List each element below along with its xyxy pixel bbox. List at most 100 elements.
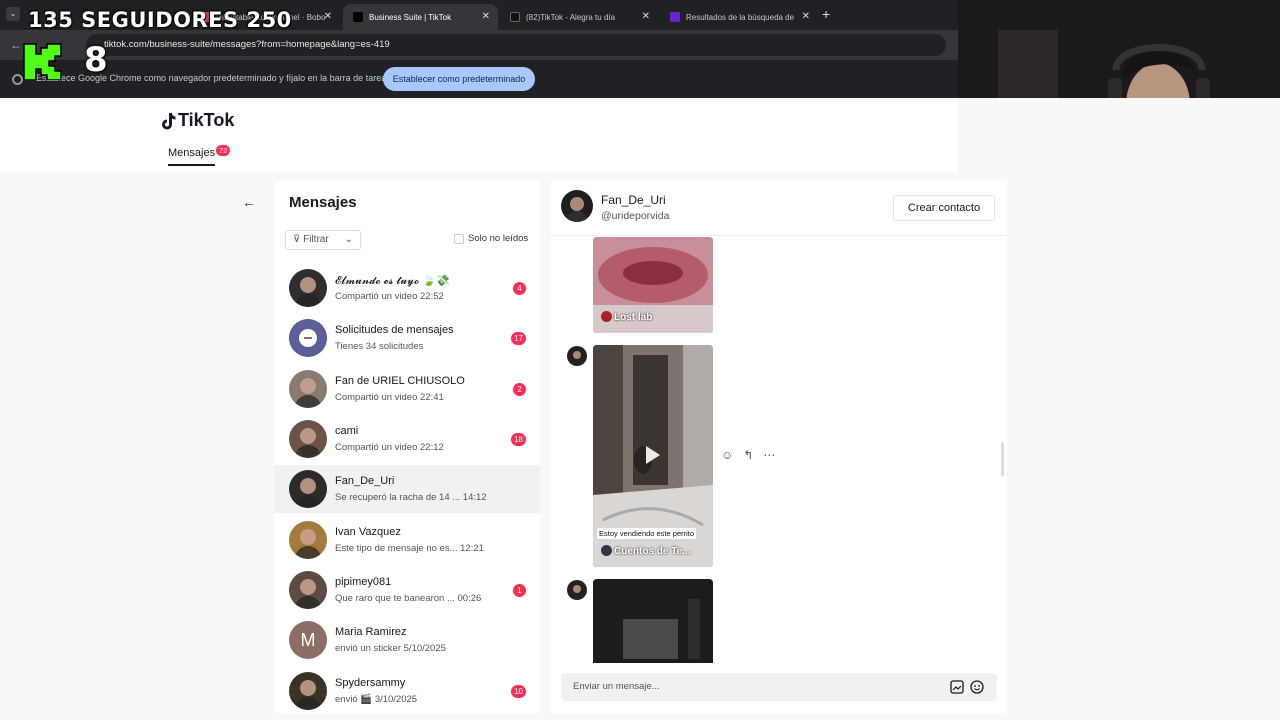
conversation-preview: Que raro que te banearon ... 00:26: [335, 593, 482, 604]
yahoo-favicon-icon: [670, 12, 680, 22]
unread-badge: 1: [513, 584, 526, 597]
avatar: [289, 672, 327, 710]
avatar-image: [294, 428, 322, 458]
create-contact-button[interactable]: Crear contacto: [893, 195, 995, 221]
unread-badge: 2: [513, 383, 526, 396]
image-upload-icon[interactable]: [950, 680, 964, 694]
conversation-item[interactable]: cami Compartió un video 22:12 18: [274, 415, 540, 463]
chat-header: Fan_De_Uri @urideporvida Crear contacto: [551, 181, 1007, 236]
avatar-image: [294, 478, 322, 508]
conversation-name: pipimey081: [335, 576, 392, 588]
tab-title: Business Suite | TikTok: [369, 12, 452, 22]
tab-title: Resultados de la búsqueda de: [686, 12, 795, 22]
chevron-down-icon: ⌄: [344, 234, 353, 245]
conversation-preview: Compartió un video 22:52: [335, 291, 444, 302]
tiktok-business-page: TikTok Mensajes 72 ← Mensajes ⊽ Filtrar ⌄…: [0, 98, 1280, 720]
play-icon[interactable]: [646, 446, 660, 464]
message-request-icon: [289, 319, 327, 357]
conversation-preview: envió 🎬 3/10/2025: [335, 694, 418, 705]
conversation-preview: Compartió un video 22:41: [335, 392, 444, 403]
conversation-item[interactable]: 𝓔𝓵𝓶𝓾𝓷𝓭𝓸 𝓮𝓼 𝓽𝓾𝔂𝓸 🍃💸 Compartió un video 22:…: [274, 264, 540, 312]
conversation-item[interactable]: Fan de URIEL CHIUSOLO Compartió un video …: [274, 365, 540, 413]
conversation-item[interactable]: Ivan Vazquez Este tipo de mensaje no es..…: [274, 516, 540, 564]
set-default-button[interactable]: Establecer como predeterminado: [383, 67, 535, 91]
shared-video-card[interactable]: Lost lab: [593, 237, 713, 333]
message-composer[interactable]: Enviar un mensaje...: [561, 673, 997, 701]
conversation-name: cami: [335, 425, 359, 437]
conversation-preview: envió un sticker 5/10/2025: [335, 643, 446, 654]
conversation-preview: Este tipo de mensaje no es... 12:21: [335, 543, 484, 554]
close-tab-icon[interactable]: ✕: [802, 11, 810, 22]
tab-search-icon[interactable]: ⌄: [6, 7, 20, 21]
filter-dropdown[interactable]: ⊽ Filtrar ⌄: [285, 230, 361, 250]
creator-avatar-icon: [601, 311, 612, 322]
message-actions: ☺ ↰ ⋯: [721, 448, 775, 462]
conversation-name: 𝓔𝓵𝓶𝓾𝓷𝓭𝓸 𝓮𝓼 𝓽𝓾𝔂𝓸 🍃💸: [335, 275, 450, 287]
screen: ⌄ Habilitable Admin panel · Bobo ✕ Busin…: [0, 0, 1280, 720]
avatar-image: [294, 529, 322, 559]
unread-only-label: Solo no leídos: [468, 233, 529, 244]
unread-badge: 10: [511, 685, 526, 698]
shared-video-card[interactable]: Estoy vendiendo este perrito Cuentos de …: [593, 345, 713, 567]
browser-tab-2[interactable]: Business Suite | TikTok ✕: [343, 4, 498, 30]
conversation-item[interactable]: Spydersammy envió 🎬 3/10/2025 10: [274, 667, 540, 715]
conversation-preview: Se recuperó la racha de 14 ... 14:12: [335, 492, 487, 503]
tab-title: (82)TikTok - Alegra tu día: [526, 12, 616, 22]
avatar-image: [294, 680, 322, 710]
avatar: [289, 521, 327, 559]
close-tab-icon[interactable]: ✕: [642, 11, 650, 22]
conversation-name: Spydersammy: [335, 677, 406, 689]
chat-contact-name[interactable]: Fan_De_Uri: [601, 193, 666, 207]
conversation-name: Solicitudes de mensajes: [335, 324, 454, 336]
tiktok-favicon-icon: [510, 12, 520, 22]
inbox-title: Mensajes: [289, 194, 357, 211]
video-overlay-text: Estoy vendiendo este perrito: [597, 528, 697, 539]
avatar-initial: M: [300, 630, 316, 650]
avatar: [289, 420, 327, 458]
unread-badge: 4: [513, 282, 526, 295]
conversation-item[interactable]: M Maria Ramirez envió un sticker 5/10/2025: [274, 616, 540, 664]
close-tab-icon[interactable]: ✕: [324, 11, 332, 22]
creator-avatar-icon: [601, 545, 612, 556]
conversation-name: Fan_De_Uri: [335, 475, 395, 487]
shared-video-card[interactable]: [593, 579, 713, 663]
back-arrow-icon[interactable]: ←: [10, 38, 22, 52]
avatar-image: [567, 346, 587, 366]
follower-goal-overlay: 135 SEGUIDORES 250: [28, 8, 292, 32]
emoji-icon[interactable]: [970, 680, 984, 694]
avatar[interactable]: [561, 190, 593, 222]
video-thumbnail: [593, 579, 713, 663]
conversation-name: Ivan Vazquez: [335, 526, 401, 538]
nav-tab-messages[interactable]: Mensajes: [168, 147, 216, 166]
unread-checkbox[interactable]: [454, 233, 464, 244]
browser-tab-4[interactable]: Resultados de la búsqueda de ✕: [660, 4, 818, 30]
avatar: [567, 580, 587, 600]
unread-only-toggle[interactable]: Solo no leídos: [454, 233, 528, 244]
back-arrow-icon[interactable]: ←: [242, 194, 258, 210]
avatar: [567, 346, 587, 366]
conversation-preview: Tienes 34 solicitudes: [335, 341, 424, 352]
tiktok-logo[interactable]: TikTok: [160, 110, 234, 131]
chat-panel: Fan_De_Uri @urideporvida Crear contacto …: [551, 181, 1007, 713]
message-input[interactable]: Enviar un mensaje...: [573, 681, 660, 692]
new-tab-button[interactable]: +: [822, 6, 830, 22]
conversation-item[interactable]: pipimey081 Que raro que te banearon ... 0…: [274, 566, 540, 614]
avatar-image: [294, 579, 322, 609]
reply-icon[interactable]: ↰: [743, 448, 753, 462]
conversation-item[interactable]: Fan_De_Uri Se recuperó la racha de 14 ...…: [274, 465, 540, 513]
address-bar: ← tiktok.com/business-suite/messages?fro…: [0, 30, 960, 60]
close-tab-icon[interactable]: ✕: [482, 11, 490, 22]
url-field[interactable]: tiktok.com/business-suite/messages?from=…: [86, 34, 946, 56]
avatar-image: [294, 378, 322, 408]
unread-badge: 17: [511, 332, 526, 345]
browser-tab-3[interactable]: (82)TikTok - Alegra tu día ✕: [500, 4, 658, 30]
more-options-icon[interactable]: ⋯: [763, 448, 775, 462]
conversation-item[interactable]: Solicitudes de mensajes Tienes 34 solicit…: [274, 314, 540, 362]
thread-scrollbar[interactable]: [1001, 442, 1004, 476]
avatar-image: [561, 190, 593, 222]
tiktok-favicon-icon: [353, 12, 363, 22]
logo-text: TikTok: [178, 110, 235, 130]
avatar: [289, 269, 327, 307]
avatar: [289, 370, 327, 408]
react-emoji-icon[interactable]: ☺: [721, 448, 733, 462]
